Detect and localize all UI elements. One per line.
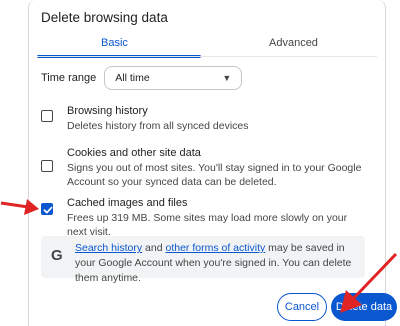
option-cached-images: Cached images and files Frees up 319 MB.… bbox=[41, 196, 371, 238]
search-history-link[interactable]: Search history bbox=[75, 242, 142, 254]
cookies-checkbox[interactable] bbox=[41, 160, 53, 172]
cached-images-description: Frees up 319 MB. Some sites may load mor… bbox=[67, 212, 348, 238]
dialog-title: Delete browsing data bbox=[41, 10, 168, 25]
cookies-description: Signs you out of most sites. You'll stay… bbox=[67, 162, 362, 188]
time-range-select[interactable]: All time ▼ bbox=[104, 66, 243, 90]
annotation-arrow-left bbox=[0, 199, 39, 215]
browsing-history-description: Deletes history from all synced devices bbox=[67, 120, 249, 132]
tab-advanced[interactable]: Advanced bbox=[269, 37, 318, 49]
annotation-arrow-right bbox=[340, 252, 398, 313]
time-range-value: All time bbox=[115, 72, 150, 84]
time-range-label: Time range bbox=[41, 72, 97, 84]
checkmark-icon bbox=[43, 206, 53, 214]
chevron-down-icon: ▼ bbox=[222, 73, 232, 83]
time-range-row: Time range All time ▼ bbox=[41, 66, 243, 90]
tab-basic[interactable]: Basic bbox=[101, 37, 128, 49]
info-message: Search history and other forms of activi… bbox=[75, 242, 352, 284]
cancel-button[interactable]: Cancel bbox=[277, 293, 327, 321]
cookies-title: Cookies and other site data bbox=[67, 147, 201, 159]
cached-images-title: Cached images and files bbox=[67, 197, 188, 209]
google-icon: G bbox=[51, 247, 63, 264]
browsing-history-checkbox[interactable] bbox=[41, 110, 53, 122]
option-browsing-history: Browsing history Deletes history from al… bbox=[41, 104, 371, 134]
browsing-history-title: Browsing history bbox=[67, 105, 148, 117]
tabs-divider bbox=[37, 56, 377, 57]
option-cookies: Cookies and other site data Signs you ou… bbox=[41, 146, 371, 192]
tab-bar: Basic Advanced bbox=[29, 32, 385, 58]
other-activity-link[interactable]: other forms of activity bbox=[165, 242, 265, 254]
google-account-info-box: G Search history and other forms of acti… bbox=[41, 236, 365, 284]
cached-images-checkbox[interactable] bbox=[41, 203, 53, 215]
